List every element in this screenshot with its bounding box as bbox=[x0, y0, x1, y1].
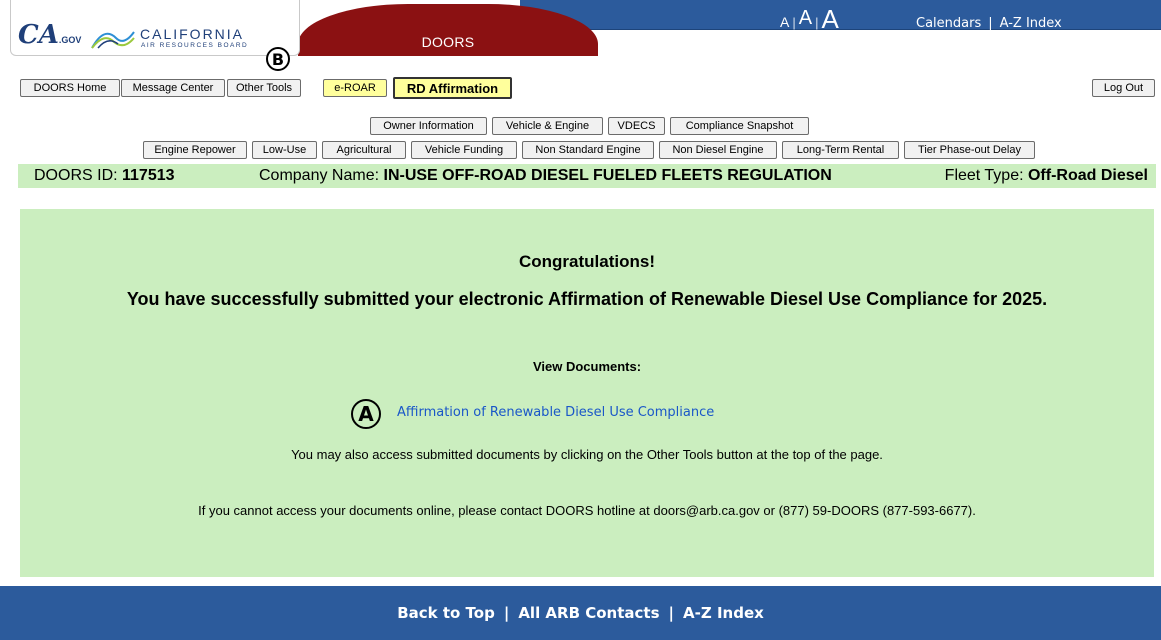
doors-id: DOORS ID: 117513 bbox=[34, 167, 175, 185]
arb-wave-icon bbox=[91, 31, 135, 49]
font-size-medium-button[interactable]: A bbox=[799, 7, 812, 30]
a-z-index-link[interactable]: A-Z Index bbox=[1000, 16, 1062, 31]
footer-separator: | bbox=[668, 604, 675, 622]
nav-vehicle-funding[interactable]: Vehicle Funding bbox=[411, 141, 517, 159]
message-center-button[interactable]: Message Center bbox=[121, 79, 225, 97]
fleet-type-value: Off-Road Diesel bbox=[1027, 167, 1148, 184]
nav-non-diesel-engine[interactable]: Non Diesel Engine bbox=[659, 141, 777, 159]
annotation-marker-b: B bbox=[266, 47, 290, 71]
e-roar-button[interactable]: e-ROAR bbox=[323, 79, 387, 97]
success-message: You have successfully submitted your ele… bbox=[126, 289, 1048, 309]
section-title: DOORS bbox=[421, 34, 475, 50]
other-tools-button[interactable]: Other Tools bbox=[227, 79, 301, 97]
site-footer: Back to Top | All ARB Contacts | A-Z Ind… bbox=[0, 586, 1161, 640]
back-to-top-link[interactable]: Back to Top bbox=[397, 604, 495, 622]
nav-compliance-snapshot[interactable]: Compliance Snapshot bbox=[670, 117, 809, 135]
hotline-contact-note: If you cannot access your documents onli… bbox=[198, 503, 976, 518]
log-out-button[interactable]: Log Out bbox=[1092, 79, 1155, 97]
affirmation-document-link[interactable]: Affirmation of Renewable Diesel Use Comp… bbox=[397, 405, 714, 420]
nav-long-term-rental[interactable]: Long-Term Rental bbox=[782, 141, 899, 159]
doors-id-label: DOORS ID: bbox=[34, 167, 123, 184]
fleet-info-bar: DOORS ID: 117513 Company Name: IN-USE OF… bbox=[18, 164, 1156, 188]
footer-a-z-index-link[interactable]: A-Z Index bbox=[683, 604, 764, 622]
doors-id-value: 117513 bbox=[122, 167, 175, 184]
doors-home-button[interactable]: DOORS Home bbox=[20, 79, 120, 97]
company-name: Company Name: IN-USE OFF-ROAD DIESEL FUE… bbox=[259, 167, 832, 185]
company-name-value: IN-USE OFF-ROAD DIESEL FUELED FLEETS REG… bbox=[383, 167, 832, 184]
arb-logo-text: AIR RESOURCES BOARD bbox=[141, 42, 249, 49]
fleet-type: Fleet Type: Off-Road Diesel bbox=[945, 167, 1148, 185]
nav-owner-information[interactable]: Owner Information bbox=[370, 117, 487, 135]
font-size-separator: | bbox=[792, 15, 796, 30]
nav-vdecs[interactable]: VDECS bbox=[608, 117, 665, 135]
company-name-label: Company Name: bbox=[259, 167, 384, 184]
footer-separator: | bbox=[503, 604, 510, 622]
font-size-small-button[interactable]: A bbox=[780, 14, 789, 30]
other-tools-note: You may also access submitted documents … bbox=[291, 447, 883, 462]
calendars-link[interactable]: Calendars bbox=[916, 16, 981, 31]
link-separator: | bbox=[988, 16, 993, 31]
gov-logo-text: .GOV bbox=[58, 35, 82, 45]
annotation-marker-a: A bbox=[351, 399, 381, 429]
california-logo-text: CALIFORNIA bbox=[140, 26, 245, 42]
view-documents-label: View Documents: bbox=[532, 359, 642, 374]
congrats-heading: Congratulations! bbox=[519, 252, 655, 271]
font-size-separator: | bbox=[815, 15, 819, 30]
nav-low-use[interactable]: Low-Use bbox=[252, 141, 317, 159]
nav-non-standard-engine[interactable]: Non Standard Engine bbox=[522, 141, 654, 159]
rd-affirmation-button[interactable]: RD Affirmation bbox=[393, 77, 512, 99]
site-header: CA.GOV CALIFORNIA AIR RESOURCES BOARD DO… bbox=[0, 0, 1161, 66]
ca-logo-text: CA bbox=[18, 20, 59, 50]
nav-agricultural[interactable]: Agricultural bbox=[322, 141, 406, 159]
nav-vehicle-engine[interactable]: Vehicle & Engine bbox=[492, 117, 603, 135]
nav-tier-phase-out-delay[interactable]: Tier Phase-out Delay bbox=[904, 141, 1035, 159]
top-links: Calendars | A-Z Index bbox=[916, 16, 1062, 31]
header-blue-band bbox=[520, 0, 1161, 30]
all-arb-contacts-link[interactable]: All ARB Contacts bbox=[518, 604, 659, 622]
font-size-control: A | A | A bbox=[780, 6, 839, 32]
ca-gov-logo[interactable]: CA.GOV bbox=[18, 20, 81, 50]
fleet-type-label: Fleet Type: bbox=[944, 167, 1028, 184]
font-size-large-button[interactable]: A bbox=[821, 6, 838, 32]
nav-engine-repower[interactable]: Engine Repower bbox=[143, 141, 247, 159]
confirmation-panel: Congratulations! You have successfully s… bbox=[20, 209, 1154, 577]
